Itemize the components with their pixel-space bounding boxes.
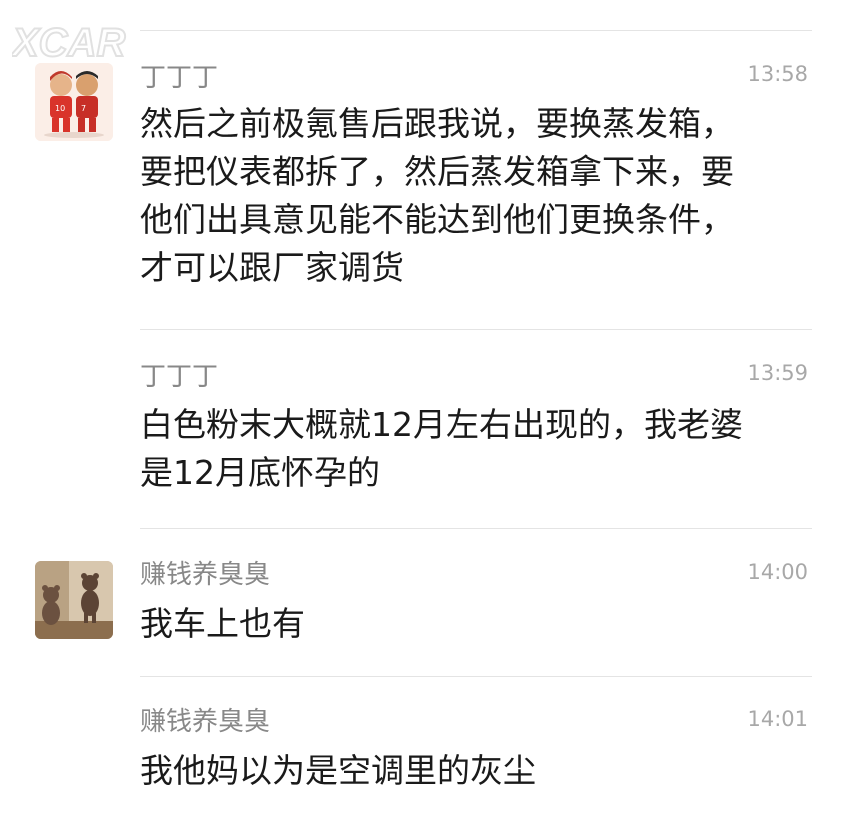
message-line: 要把仪表都拆了，然后蒸发箱拿下来，要	[140, 152, 734, 191]
divider	[140, 528, 812, 529]
message-time: 13:59	[747, 361, 808, 385]
message-time: 13:58	[747, 62, 808, 86]
message-text: 然后之前极氪售后跟我说，要换蒸发箱， 要把仪表都拆了，然后蒸发箱拿下来，要 他们…	[140, 100, 805, 292]
message-line: 是12月底怀孕的	[140, 453, 380, 492]
basketball-duo-avatar-icon: 10 7	[35, 63, 113, 141]
message-text: 白色粉末大概就12月左右出现的，我老婆 是12月底怀孕的	[140, 401, 805, 497]
message-line: 他们出具意见能不能达到他们更换条件，	[140, 200, 734, 239]
message-line: 我车上也有	[140, 604, 305, 643]
sender-name[interactable]: 赚钱养臭臭	[140, 705, 270, 739]
message-line: 才可以跟厂家调货	[140, 248, 404, 287]
sender-name[interactable]: 丁丁丁	[140, 360, 218, 394]
avatar[interactable]: 10 7	[35, 63, 113, 141]
svg-text:XCAR: XCAR	[12, 21, 125, 65]
message-time: 14:01	[747, 707, 808, 731]
message-text: 我他妈以为是空调里的灰尘	[140, 747, 805, 795]
svg-text:7: 7	[81, 104, 86, 113]
message-text: 我车上也有	[140, 600, 805, 648]
divider	[140, 329, 812, 330]
divider	[140, 676, 812, 677]
message-time: 14:00	[747, 560, 808, 584]
message-line: 白色粉末大概就12月左右出现的，我老婆	[140, 405, 743, 444]
sender-name[interactable]: 赚钱养臭臭	[140, 558, 270, 592]
message-line: 我他妈以为是空调里的灰尘	[140, 751, 536, 790]
avatar[interactable]	[35, 561, 113, 639]
teddy-bear-avatar-icon	[35, 561, 113, 639]
svg-text:10: 10	[55, 104, 65, 113]
message-line: 然后之前极氪售后跟我说，要换蒸发箱，	[140, 104, 734, 143]
divider-top	[140, 30, 812, 31]
sender-name[interactable]: 丁丁丁	[140, 61, 218, 95]
